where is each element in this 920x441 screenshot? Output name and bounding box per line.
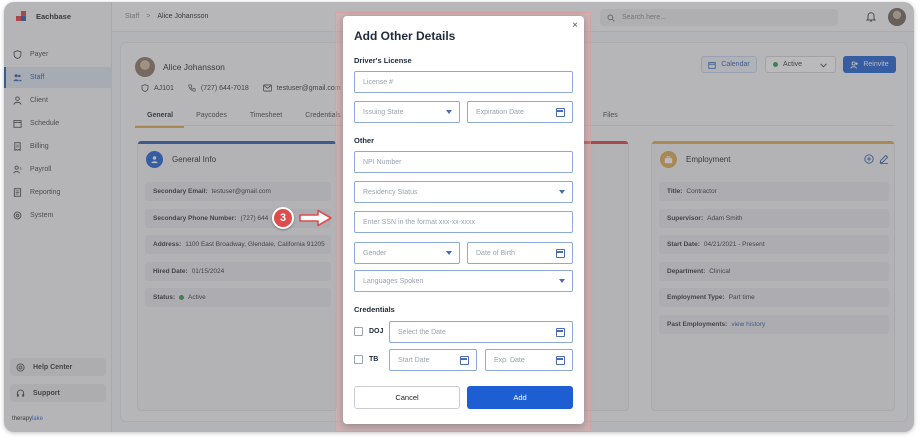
languages-spoken-placeholder: Languages Spoken xyxy=(363,277,424,285)
drivers-license-label: Driver's License xyxy=(354,56,412,65)
issuing-state-placeholder: Issuing State xyxy=(363,108,404,116)
other-label: Other xyxy=(354,136,375,145)
doj-label: DOJ xyxy=(369,328,384,335)
add-button[interactable]: Add xyxy=(467,386,573,409)
expiration-date-input[interactable]: Expiration Date xyxy=(467,101,573,123)
caret-down-icon xyxy=(446,110,452,114)
doj-checkbox[interactable] xyxy=(354,327,363,336)
caret-down-icon xyxy=(559,279,565,283)
tb-start-date-input[interactable]: Start Date xyxy=(389,349,477,371)
doj-date-placeholder: Select the Date xyxy=(398,328,446,336)
caret-down-icon xyxy=(559,190,565,194)
gender-placeholder: Gender xyxy=(363,249,387,257)
doj-date-input[interactable]: Select the Date xyxy=(389,321,573,343)
credentials-label: Credentials xyxy=(354,305,395,314)
cancel-button[interactable]: Cancel xyxy=(354,386,460,409)
calendar-icon[interactable] xyxy=(556,249,565,258)
calendar-icon[interactable] xyxy=(556,108,565,117)
tb-label: TB xyxy=(369,356,379,363)
gender-select[interactable]: Gender xyxy=(354,242,460,264)
npi-number-placeholder: NPI Number xyxy=(363,158,402,166)
calendar-icon[interactable] xyxy=(556,328,565,337)
doj-checkbox-row[interactable]: DOJ xyxy=(354,327,383,336)
license-number-placeholder: License # xyxy=(363,78,393,86)
residency-status-select[interactable]: Residency Status xyxy=(354,181,573,203)
calendar-icon[interactable] xyxy=(556,356,565,365)
ssn-input[interactable]: Enter SSN in the format xxx-xx-xxxx xyxy=(354,211,573,233)
tb-checkbox-row[interactable]: TB xyxy=(354,355,378,364)
issuing-state-select[interactable]: Issuing State xyxy=(354,101,460,123)
languages-spoken-select[interactable]: Languages Spoken xyxy=(354,270,573,292)
expiration-date-placeholder: Expiration Date xyxy=(476,108,524,116)
calendar-icon[interactable] xyxy=(460,356,469,365)
add-other-details-modal: Add Other Details × Driver's License Lic… xyxy=(343,16,584,424)
tb-start-date-placeholder: Start Date xyxy=(398,356,430,364)
tb-checkbox[interactable] xyxy=(354,355,363,364)
ssn-placeholder: Enter SSN in the format xxx-xx-xxxx xyxy=(363,218,476,226)
tb-exp-date-input[interactable]: Exp. Date xyxy=(485,349,573,371)
npi-number-input[interactable]: NPI Number xyxy=(354,151,573,173)
caret-down-icon xyxy=(446,251,452,255)
arrow-right-icon xyxy=(299,209,332,227)
modal-title: Add Other Details xyxy=(354,29,456,43)
date-of-birth-placeholder: Date of Birth xyxy=(476,249,515,257)
license-number-input[interactable]: License # xyxy=(354,71,573,93)
app-window: Eachbase Payer Staff Client Schedule Bil… xyxy=(4,2,914,432)
residency-status-placeholder: Residency Status xyxy=(363,188,418,196)
date-of-birth-input[interactable]: Date of Birth xyxy=(467,242,573,264)
step-marker: 3 xyxy=(272,207,294,229)
tb-exp-date-placeholder: Exp. Date xyxy=(494,356,525,364)
close-icon[interactable]: × xyxy=(569,20,581,32)
